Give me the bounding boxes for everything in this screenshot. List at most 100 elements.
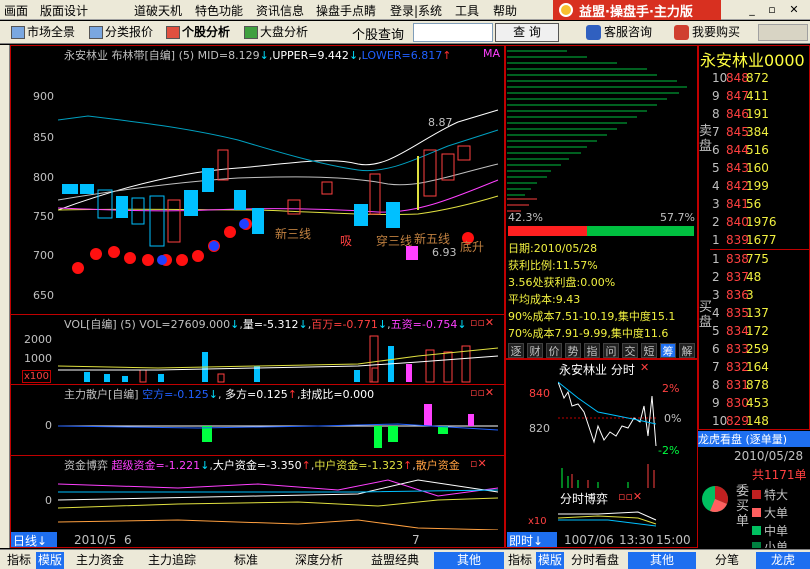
ftab-duan[interactable]: 短 bbox=[641, 343, 657, 358]
dragon-header[interactable]: 龙虎看盘 (逐单量) bbox=[698, 431, 810, 447]
tab-classic[interactable]: 益盟经典 bbox=[360, 552, 430, 569]
index-analysis-button[interactable]: 大盘分析 bbox=[243, 24, 308, 41]
category-quotes-button[interactable]: 分类报价 bbox=[88, 24, 153, 41]
boyi-panel-controls[interactable]: ▫✕ bbox=[470, 457, 487, 470]
intraday-boyi-controls[interactable]: ▫▫✕ bbox=[618, 490, 642, 503]
tab-longhu[interactable]: 龙虎 bbox=[756, 552, 810, 569]
intraday-date: 1007/06 bbox=[564, 533, 614, 547]
market-overview-label: 市场全景 bbox=[27, 25, 76, 39]
sell-row-2: 2 840 1976 bbox=[712, 215, 777, 229]
ftab-jia[interactable]: 价 bbox=[546, 343, 562, 358]
tab-other[interactable]: 其他 bbox=[434, 552, 504, 569]
menu-daopo[interactable]: 道破天机 bbox=[134, 2, 182, 19]
signal-chuansanxian: 穿三线 bbox=[376, 234, 413, 248]
candle bbox=[369, 173, 381, 215]
ftab-zhi[interactable]: 指 bbox=[584, 343, 600, 358]
maximize-icon[interactable]: ▫ bbox=[764, 2, 780, 17]
buy-button[interactable]: 我要购买 bbox=[674, 24, 740, 41]
profile-profit-at: 3.56处获利盘:0.00% bbox=[508, 276, 616, 289]
intraday-pct-up: 2% bbox=[662, 382, 680, 395]
separator bbox=[10, 314, 505, 315]
sell-row-1: 1 839 1677 bbox=[712, 233, 777, 247]
period-selector[interactable]: 日线↓ bbox=[11, 532, 57, 548]
intraday-boyi-chart bbox=[558, 511, 657, 527]
menu-help[interactable]: 帮助 bbox=[493, 2, 517, 19]
signal-disheng: 底升 bbox=[460, 240, 485, 254]
zhuli-panel-controls[interactable]: ▫▫✕ bbox=[470, 386, 494, 399]
ftab-chou[interactable]: 筹 bbox=[660, 343, 676, 358]
sell-row-10: 10 848 872 bbox=[712, 71, 769, 85]
ftab-shi[interactable]: 势 bbox=[565, 343, 581, 358]
separator bbox=[10, 455, 505, 456]
vol-panel-controls[interactable]: ▫▫✕ bbox=[470, 316, 494, 329]
tab-indicator-2[interactable]: 指标 bbox=[506, 552, 534, 569]
intraday-close-icon[interactable]: ✕ bbox=[640, 361, 649, 374]
menu-features[interactable]: 特色功能 bbox=[195, 2, 243, 19]
dahu-line bbox=[58, 479, 499, 501]
ftab-zhu[interactable]: 逐 bbox=[508, 343, 524, 358]
ma-label: MA bbox=[483, 47, 501, 60]
tab-template[interactable]: 模版 bbox=[36, 552, 64, 569]
minimize-icon[interactable]: _ bbox=[744, 2, 760, 17]
tab-intraday[interactable]: 分时看盘 bbox=[566, 552, 624, 569]
candle bbox=[184, 190, 198, 216]
candle bbox=[457, 145, 471, 161]
dragon-date: 2010/05/28 bbox=[734, 449, 804, 463]
candle bbox=[217, 149, 229, 181]
brand-logo-icon bbox=[559, 3, 573, 17]
ftab-wen[interactable]: 问 bbox=[603, 343, 619, 358]
menu-tools[interactable]: 工具 bbox=[455, 2, 479, 19]
stock-query-label: 个股查询 bbox=[352, 28, 405, 43]
query-button[interactable]: 查 询 bbox=[495, 23, 559, 42]
ftab-jiao[interactable]: 交 bbox=[622, 343, 638, 358]
market-overview-button[interactable]: 市场全景 bbox=[10, 24, 75, 41]
book-divider bbox=[710, 249, 810, 250]
customer-service-button[interactable]: 客服咨询 bbox=[586, 24, 652, 41]
ftab-cai[interactable]: 财 bbox=[527, 343, 543, 358]
tab-standard[interactable]: 标准 bbox=[214, 552, 278, 569]
intraday-time-1500: 15:00 bbox=[656, 533, 691, 547]
service-icon bbox=[586, 25, 601, 40]
profile-avg-cost: 平均成本:9.43 bbox=[508, 293, 581, 306]
buy-row-6: 6 833 259 bbox=[712, 342, 769, 356]
tab-other-2[interactable]: 其他 bbox=[628, 552, 696, 569]
menu-layout[interactable]: 版面设计 bbox=[40, 2, 88, 19]
buy-row-8: 8 831 878 bbox=[712, 378, 769, 392]
stock-query-input[interactable] bbox=[413, 23, 493, 42]
buy-row-9: 9 830 453 bbox=[712, 396, 769, 410]
candle bbox=[321, 181, 333, 195]
tab-deep-analysis[interactable]: 深度分析 bbox=[284, 552, 354, 569]
candle bbox=[149, 195, 165, 247]
brand-text: 益盟·操盘手·主力版 bbox=[579, 5, 693, 20]
ftab-jie[interactable]: 解 bbox=[679, 343, 695, 358]
menu-login[interactable]: 登录|系统 bbox=[390, 2, 442, 19]
menu-news[interactable]: 资讯信息 bbox=[256, 2, 304, 19]
intraday-time-1330: 13:30 bbox=[619, 533, 654, 547]
y-tick-650: 650 bbox=[33, 289, 54, 302]
boyi-tick-0: 0 bbox=[45, 494, 52, 507]
buy-row-4: 4 835 137 bbox=[712, 306, 769, 320]
candle bbox=[167, 199, 181, 243]
legend-swatch-xiaodan bbox=[752, 542, 761, 548]
buy-row-3: 3 836 3 bbox=[712, 288, 754, 302]
vol-bar-pink bbox=[406, 364, 412, 382]
intraday-period-selector[interactable]: 即时↓ bbox=[507, 532, 557, 548]
market-icon bbox=[11, 26, 25, 39]
candle bbox=[131, 197, 145, 225]
mid-band-line bbox=[58, 163, 499, 201]
vol-ma2-line bbox=[58, 355, 499, 371]
brand-banner: 益盟·操盘手·主力版 bbox=[553, 0, 721, 20]
tab-fenbi[interactable]: 分笔 bbox=[700, 552, 754, 569]
tab-main-funds[interactable]: 主力资金 bbox=[68, 552, 132, 569]
close-icon[interactable]: ✕ bbox=[786, 2, 802, 17]
y-tick-850: 850 bbox=[33, 131, 54, 144]
toolbar-extra-button[interactable] bbox=[758, 24, 808, 41]
stock-analysis-button[interactable]: 个股分析 bbox=[165, 24, 230, 41]
menu-screen[interactable]: 画面 bbox=[4, 2, 28, 19]
sell-row-6: 6 844 516 bbox=[712, 143, 769, 157]
menu-expert[interactable]: 操盘手点睛 bbox=[316, 2, 376, 19]
tab-template-2[interactable]: 模版 bbox=[536, 552, 564, 569]
index-icon bbox=[244, 26, 258, 39]
tab-main-tracking[interactable]: 主力追踪 bbox=[138, 552, 206, 569]
tab-indicator[interactable]: 指标 bbox=[4, 552, 34, 569]
